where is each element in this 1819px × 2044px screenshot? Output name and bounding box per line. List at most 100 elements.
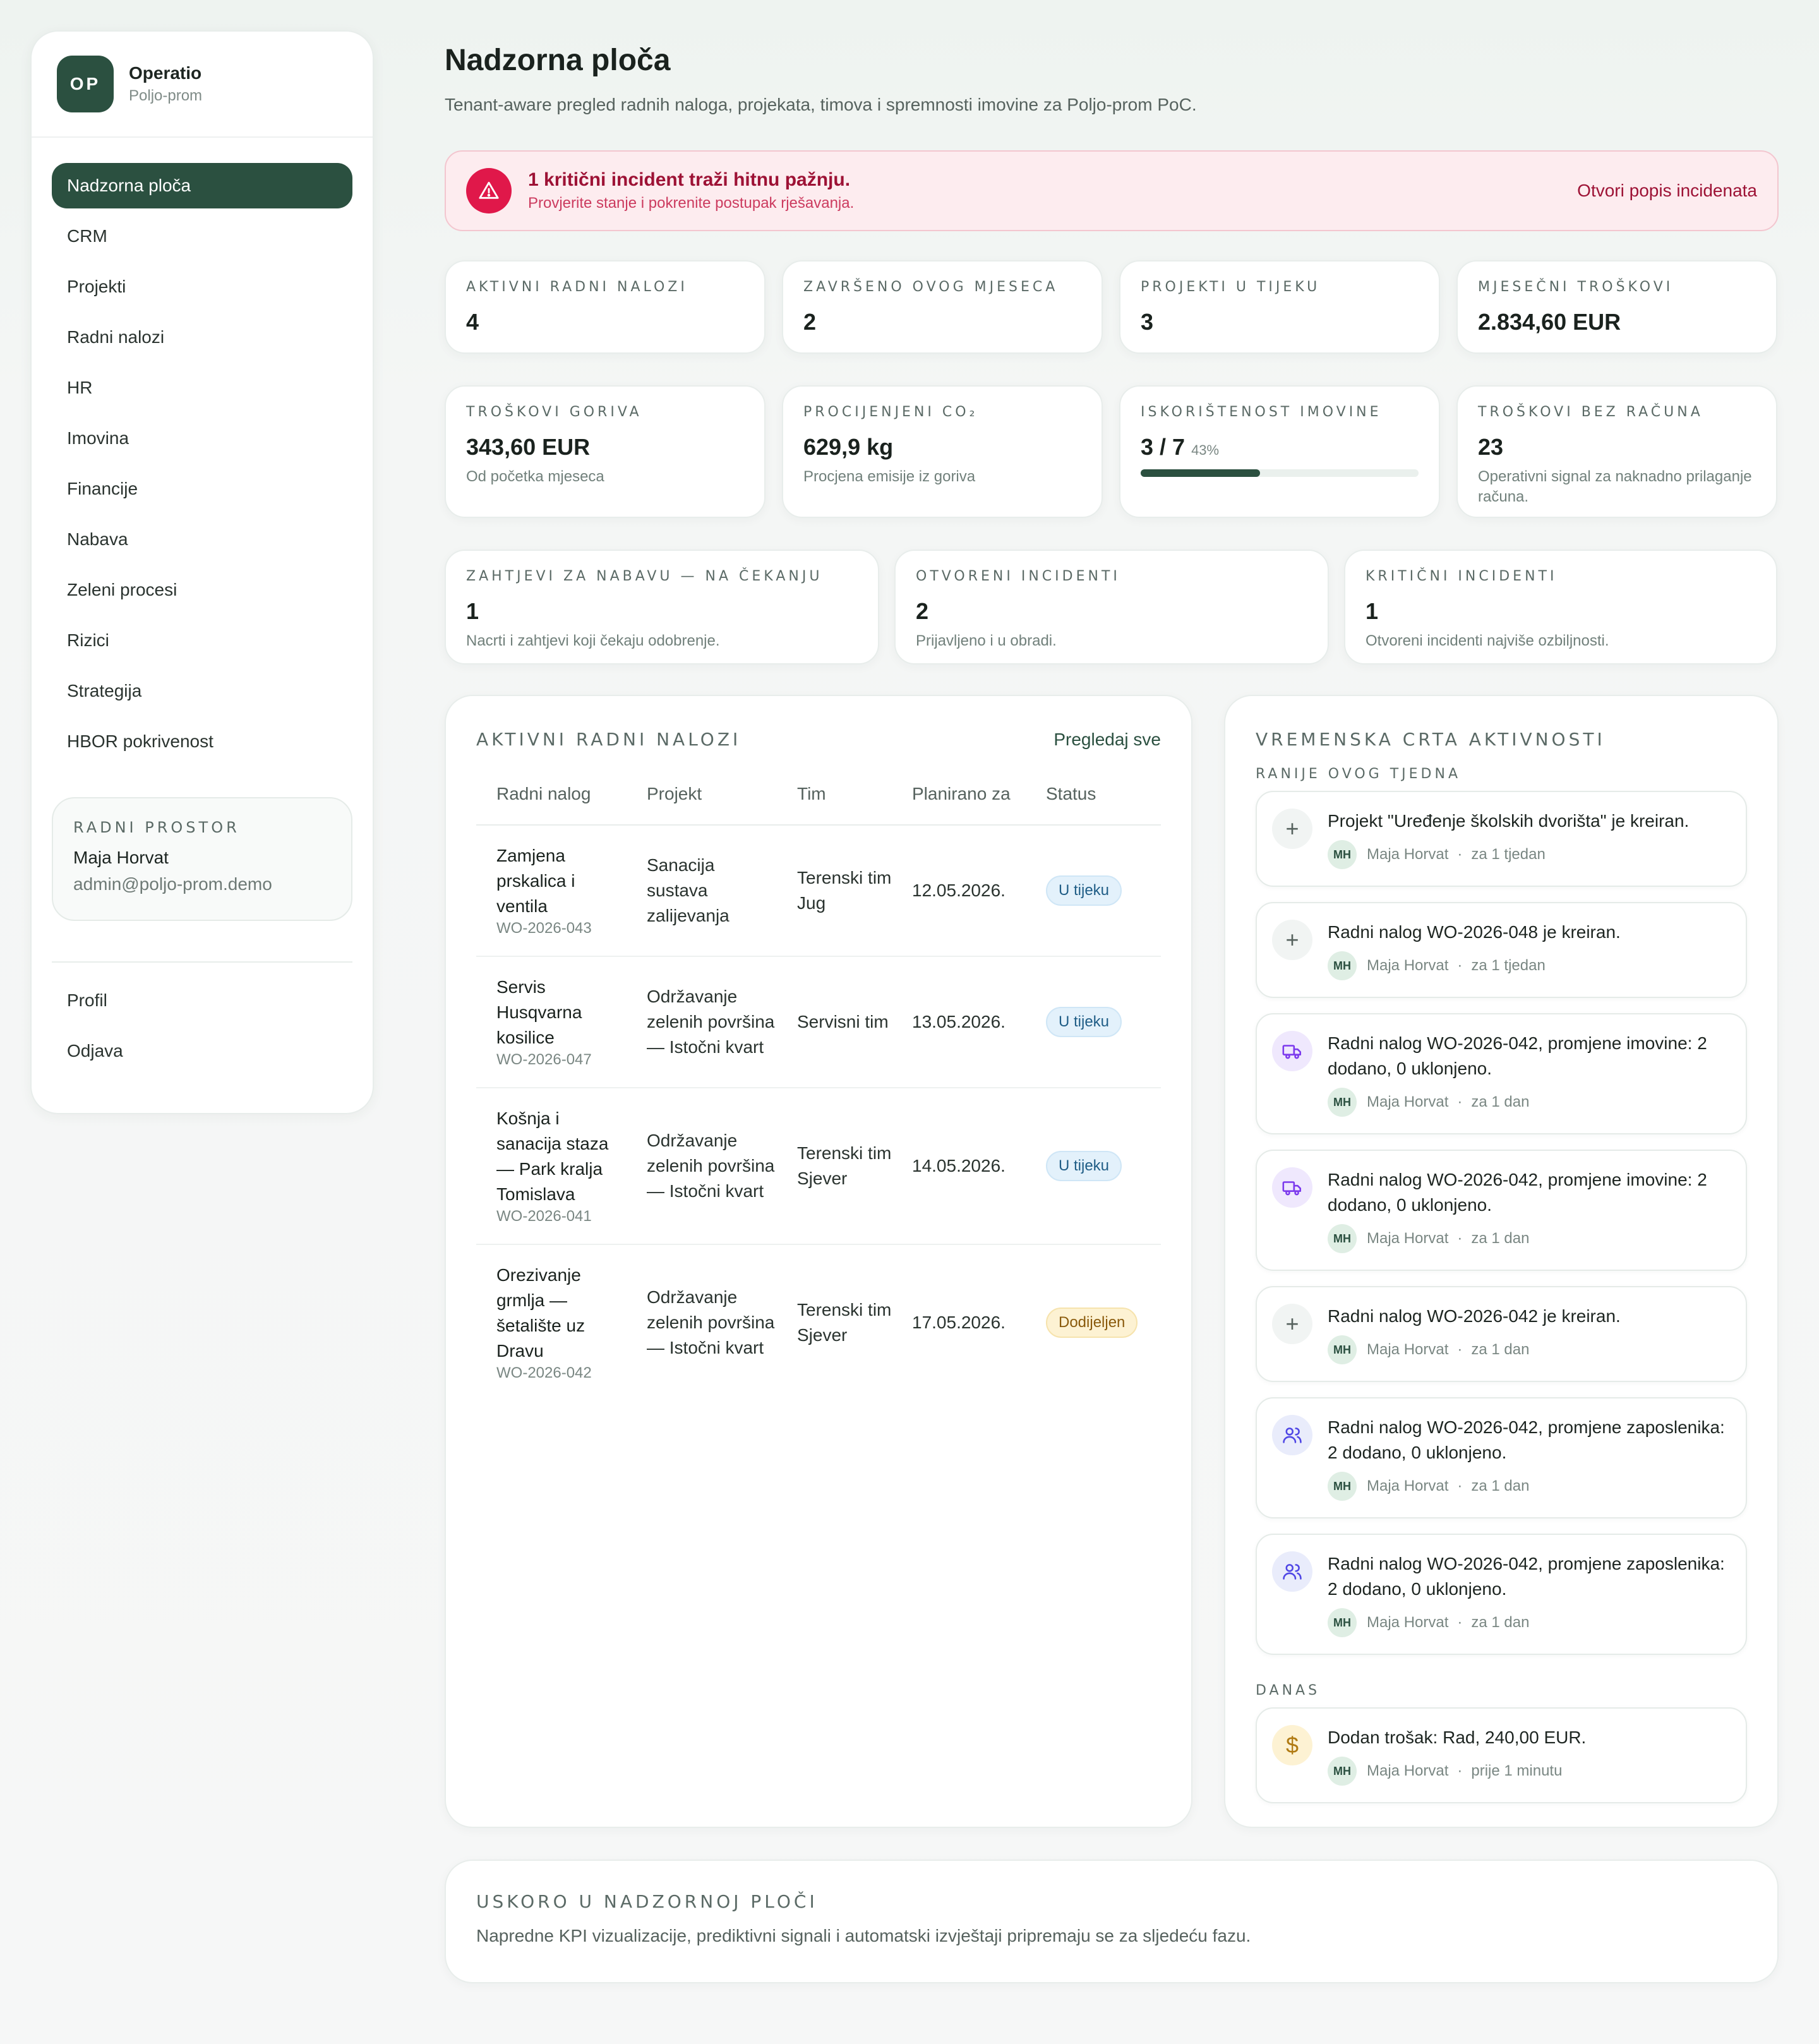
workspace-label: Radni prostor: [73, 819, 240, 836]
coming-soon-text: Napredne KPI vizualizacije, prediktivni …: [476, 1926, 1251, 1945]
view-all-link[interactable]: Pregledaj sve: [1054, 730, 1161, 750]
nav-item-crm[interactable]: CRM: [52, 213, 352, 259]
timeline-time: za 1 dan: [1471, 1614, 1530, 1631]
stat-value: 2: [803, 309, 817, 335]
avatar: MH: [1328, 1224, 1357, 1253]
stat-label: Procijenjeni CO₂: [803, 404, 978, 420]
nav-item-dashboard[interactable]: Nadzorna ploča: [52, 163, 352, 208]
stat-label: Aktivni radni nalozi: [466, 279, 688, 295]
stat-label: Iskorištenost imovine: [1141, 404, 1382, 420]
timeline-time: prije 1 minutu: [1471, 1762, 1563, 1779]
timeline-group-today: Danas: [1256, 1683, 1321, 1698]
work-order-code: WO-2026-043: [496, 920, 592, 937]
nav-item-logout[interactable]: Odjava: [52, 1028, 352, 1074]
avatar: MH: [1328, 951, 1357, 980]
status-badge: U tijeku: [1046, 1007, 1122, 1037]
stat-note: Od početka mjeseca: [466, 468, 604, 485]
truck-icon: [1272, 1167, 1312, 1208]
timeline-item: Radni nalog WO-2026-042, promjene zaposl…: [1256, 1397, 1747, 1518]
plus-icon: +: [1272, 809, 1312, 849]
status-badge: U tijeku: [1046, 1151, 1122, 1181]
stat-value: 2.834,60 EUR: [1478, 309, 1621, 335]
nav-item-risks[interactable]: Rizici: [52, 618, 352, 663]
timeline-text: Projekt "Uređenje školskih dvorišta" je …: [1328, 811, 1690, 831]
work-order-team: Terenski tim Sjever: [777, 1088, 892, 1245]
tenant-name: Poljo-prom: [129, 87, 203, 104]
work-order-code: WO-2026-041: [496, 1208, 592, 1225]
alert-description: Provjerite stanje i pokrenite postupak r…: [528, 195, 855, 212]
stat-card-completed: Završeno ovog mjeseca 2: [782, 260, 1103, 354]
stat-value: 1: [1366, 598, 1379, 624]
stat-note: Nacrti i zahtjevi koji čekaju odobrenje.: [466, 632, 720, 649]
stat-label: Mjesečni troškovi: [1478, 279, 1674, 295]
page-title: Nadzorna ploča: [445, 44, 671, 77]
nav-item-procurement[interactable]: Nabava: [52, 517, 352, 562]
stat-label: Troškovi goriva: [466, 404, 642, 420]
work-order-name: Košnja i sanacija staza — Park kralja To…: [496, 1109, 609, 1204]
stat-card-projects: Projekti u tijeku 3: [1119, 260, 1440, 354]
stat-card-unbilled: Troškovi bez računa 23 Operativni signal…: [1456, 385, 1777, 518]
timeline-user: Maja Horvat: [1367, 1762, 1449, 1779]
warning-triangle-icon: [466, 168, 512, 213]
column-header-work-order: Radni nalog: [476, 781, 627, 826]
work-order-date: 17.05.2026.: [912, 1313, 1006, 1332]
work-orders-title: Aktivni radni nalozi: [476, 729, 741, 750]
timeline-title: Vremenska crta aktivnosti: [1256, 729, 1606, 750]
nav-item-strategy[interactable]: Strategija: [52, 668, 352, 714]
stat-card-open-incidents: Otvoreni incidenti 2 Prijavljeno i u obr…: [894, 550, 1329, 664]
stat-note: Prijavljeno i u obradi.: [916, 632, 1057, 649]
stat-value: 343,60 EUR: [466, 434, 591, 460]
timeline-text: Radni nalog WO-2026-048 je kreiran.: [1328, 922, 1621, 942]
avatar: MH: [1328, 1335, 1357, 1364]
nav-item-work-orders[interactable]: Radni nalozi: [52, 315, 352, 360]
timeline-group-week: Ranije ovog tjedna: [1256, 766, 1461, 782]
timeline-text: Radni nalog WO-2026-042, promjene zaposl…: [1328, 1554, 1725, 1599]
work-order-name: Servis Husqvarna kosilice: [496, 977, 582, 1047]
timeline-user: Maja Horvat: [1367, 1093, 1449, 1110]
table-row[interactable]: Orezivanje grmlja — šetalište uz Dravu WO…: [476, 1244, 1161, 1400]
table-row[interactable]: Zamjena prskalica i ventila WO-2026-043 S…: [476, 825, 1161, 957]
workspace-email: admin@poljo-prom.demo: [73, 874, 272, 894]
plus-icon: +: [1272, 1304, 1312, 1344]
timeline-item: $ Dodan trošak: Rad, 240,00 EUR. MH Maja …: [1256, 1707, 1747, 1803]
plus-icon: +: [1272, 920, 1312, 960]
open-incidents-link[interactable]: Otvori popis incidenata: [1577, 181, 1757, 201]
nav-item-projects[interactable]: Projekti: [52, 264, 352, 310]
stat-value: 1: [466, 598, 479, 624]
nav-item-hr[interactable]: HR: [52, 365, 352, 411]
timeline-user: Maja Horvat: [1367, 1477, 1449, 1494]
work-order-team: Terenski tim Jug: [777, 825, 892, 957]
nav-item-hbor[interactable]: HBOR pokrivenost: [52, 719, 352, 764]
nav-item-assets[interactable]: Imovina: [52, 416, 352, 461]
work-order-project: Sanacija sustava zalijevanja: [627, 825, 777, 957]
timeline-item: + Projekt "Uređenje školskih dvorišta" j…: [1256, 791, 1747, 887]
stat-card-critical-incidents: Kritični incidenti 1 Otvoreni incidenti …: [1344, 550, 1777, 664]
brand-name: Operatio: [129, 63, 202, 83]
stat-note: Otvoreni incidenti najviše ozbiljnosti.: [1366, 632, 1609, 649]
table-row[interactable]: Košnja i sanacija staza — Park kralja To…: [476, 1088, 1161, 1245]
stat-value: 23: [1478, 434, 1504, 460]
asset-percent: 43%: [1191, 442, 1220, 458]
coming-soon-title: Uskoro u nadzornoj ploči: [476, 1891, 818, 1912]
avatar: MH: [1328, 1472, 1357, 1501]
nav-item-finance[interactable]: Financije: [52, 466, 352, 512]
nav-item-profile[interactable]: Profil: [52, 978, 352, 1023]
stat-label: Završeno ovog mjeseca: [803, 279, 1059, 295]
nav-divider: [52, 961, 352, 963]
timeline-user: Maja Horvat: [1367, 1614, 1449, 1631]
timeline-user: Maja Horvat: [1367, 1341, 1449, 1358]
coming-soon-card: Uskoro u nadzornoj ploči Napredne KPI vi…: [445, 1860, 1779, 1983]
table-row[interactable]: Servis Husqvarna kosilice WO-2026-047 Odr…: [476, 956, 1161, 1088]
work-order-date: 13.05.2026.: [892, 956, 1026, 1088]
timeline-time: za 1 dan: [1471, 1477, 1530, 1494]
work-order-project: Održavanje zelenih površina — Istočni kv…: [627, 956, 777, 1088]
stat-card-active-orders: Aktivni radni nalozi 4: [445, 260, 765, 354]
workspace-user: Maja Horvat: [73, 848, 169, 867]
nav-item-green-processes[interactable]: Zeleni procesi: [52, 567, 352, 613]
stat-value: 4: [466, 309, 479, 335]
timeline-item: + Radni nalog WO-2026-042 je kreiran. MH…: [1256, 1286, 1747, 1382]
brand: OP Operatio Poljo-prom: [32, 32, 373, 138]
avatar: MH: [1328, 1757, 1357, 1786]
column-header-planned: Planirano za: [892, 781, 1026, 826]
timeline-item: Radni nalog WO-2026-042, promjene imovin…: [1256, 1013, 1747, 1134]
